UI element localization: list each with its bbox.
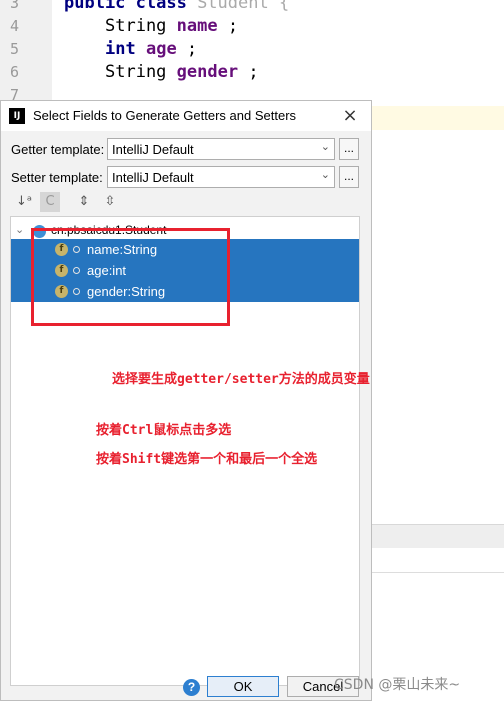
getter-template-select[interactable]: IntelliJ Default ⌄ (107, 138, 335, 160)
code-type: String (105, 62, 167, 82)
annotation-highlight-box (31, 228, 230, 326)
caret-line-highlight (372, 106, 504, 130)
watermark: CSDN @栗山未来~ (334, 677, 461, 693)
code-type: String (105, 16, 167, 36)
setter-template-select[interactable]: IntelliJ Default ⌄ (107, 166, 335, 188)
code-text: ; (217, 16, 239, 36)
code-text: ; (238, 62, 259, 82)
code-line: String gender ; (105, 62, 259, 82)
chevron-down-icon: ⌄ (320, 140, 330, 153)
show-classes-icon[interactable]: C (40, 192, 60, 212)
code-text: Student { (186, 0, 290, 13)
expand-all-icon[interactable]: ⇕ (74, 192, 94, 212)
code-keyword: int (105, 39, 136, 59)
code-text: ; (176, 39, 198, 59)
code-field: gender (176, 62, 239, 82)
setter-template-label: Setter template: (11, 170, 103, 185)
code-line: String name ; (105, 16, 238, 36)
code-line: int age ; (105, 39, 197, 59)
dialog-titlebar[interactable]: IJ Select Fields to Generate Getters and… (1, 101, 371, 131)
line-number: 3 (10, 0, 20, 12)
line-number-gutter: 3 4 5 6 7 (0, 0, 52, 104)
getter-template-value: IntelliJ Default (112, 142, 194, 157)
getter-template-label: Getter template: (11, 142, 105, 157)
dialog-title: Select Fields to Generate Getters and Se… (33, 108, 297, 123)
chevron-down-icon: ⌄ (320, 168, 330, 181)
sort-alphabetically-icon[interactable]: ↓ᵃ (14, 192, 34, 212)
getter-template-edit-button[interactable]: ... (339, 138, 359, 160)
help-icon[interactable]: ? (183, 679, 200, 696)
setter-template-edit-button[interactable]: ... (339, 166, 359, 188)
divider (372, 572, 504, 573)
close-icon[interactable]: × (339, 105, 361, 127)
line-number: 5 (10, 40, 20, 58)
code-line: public class Student { (64, 0, 289, 13)
code-keyword: public class (64, 0, 187, 13)
line-number: 4 (10, 17, 20, 35)
editor-status-strip (372, 524, 504, 548)
annotation-note: 选择要生成getter/setter方法的成员变量 (112, 372, 370, 387)
annotation-note: 按着Shift键选第一个和最后一个全选 (96, 452, 318, 467)
chevron-down-icon[interactable]: ⌄ (15, 223, 24, 236)
annotation-note: 按着Ctrl鼠标点击多选 (96, 423, 232, 438)
code-field: name (176, 16, 218, 36)
line-number: 6 (10, 63, 20, 81)
ok-button[interactable]: OK (207, 676, 279, 697)
collapse-all-icon[interactable]: ⇳ (100, 192, 120, 212)
intellij-logo-icon: IJ (9, 108, 25, 124)
code-field: age (145, 39, 177, 59)
setter-template-value: IntelliJ Default (112, 170, 194, 185)
